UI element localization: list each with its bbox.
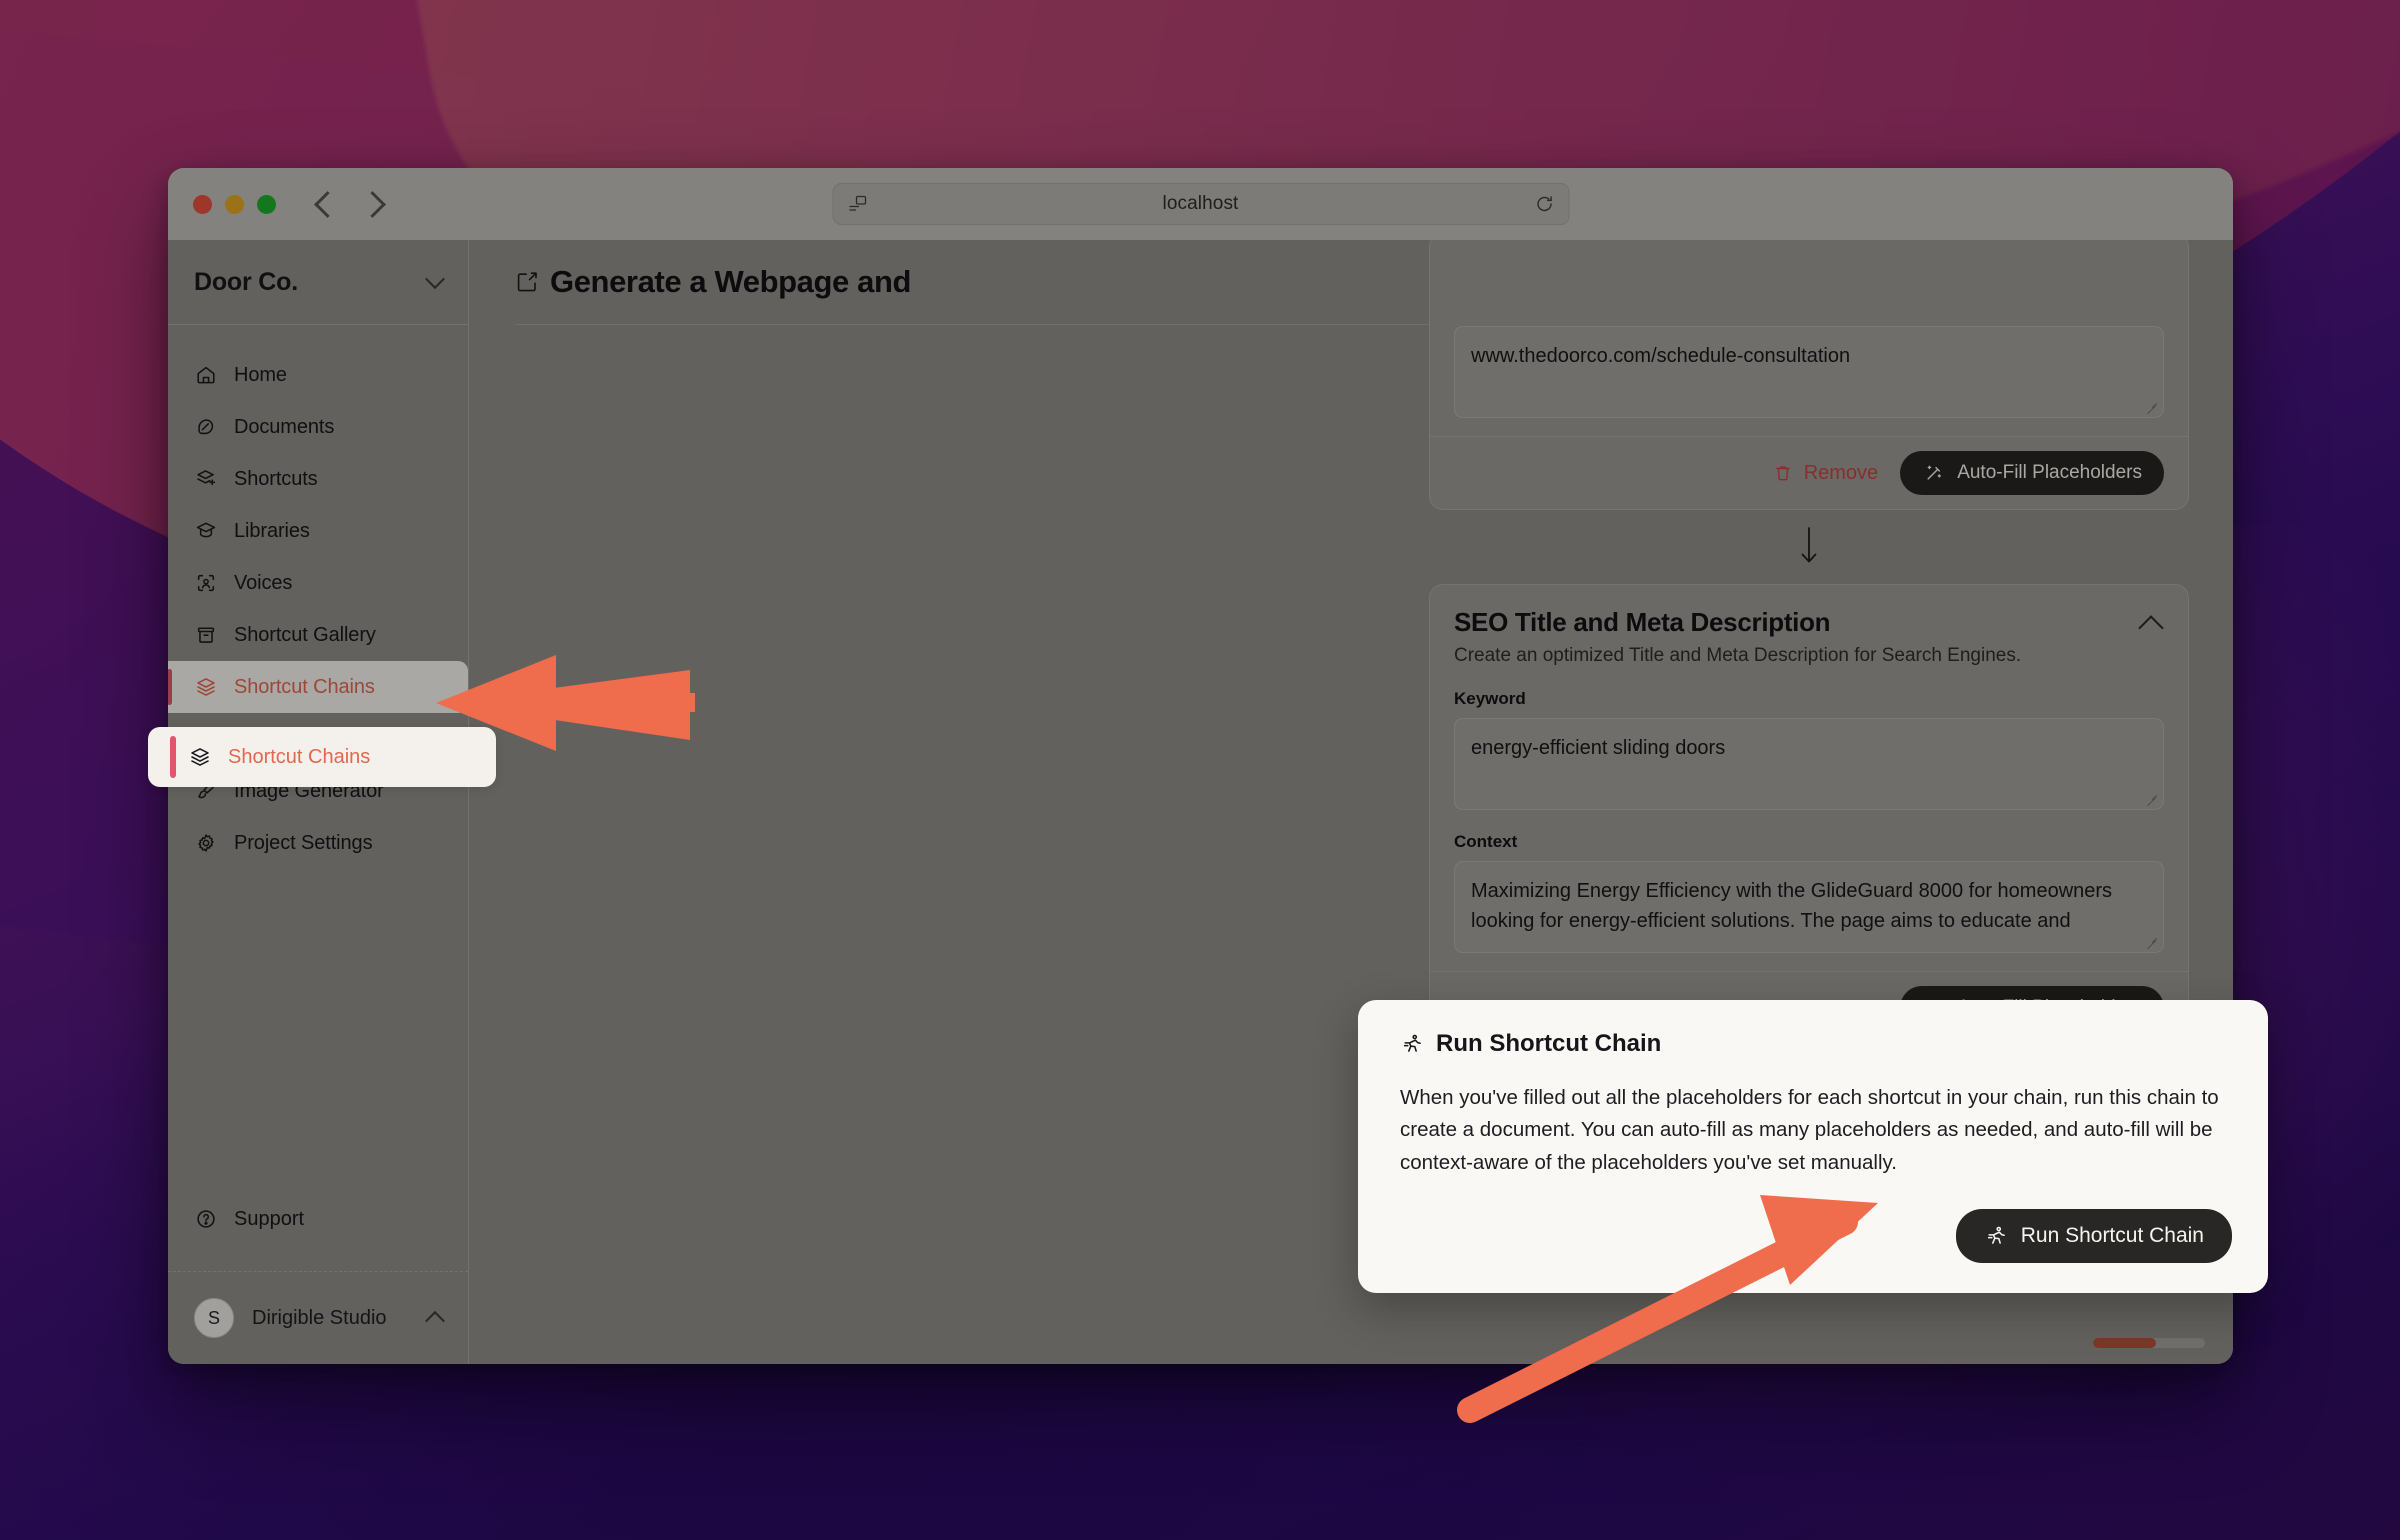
auto-fill-placeholders-button[interactable]: Auto-Fill Placeholders — [1900, 451, 2164, 495]
window-controls — [193, 194, 276, 214]
keyword-field-value: energy-efficient sliding doors — [1471, 737, 1726, 759]
sidebar-item-shortcuts[interactable]: Shortcuts — [168, 453, 468, 505]
person-frame-icon — [194, 571, 218, 595]
sidebar-nav: Home Documents Shortcuts Libraries Voice… — [168, 349, 468, 869]
seo-shortcut-card: SEO Title and Meta Description Create an… — [1429, 584, 2189, 1045]
sidebar-item-home[interactable]: Home — [168, 349, 468, 401]
workspace-switcher[interactable]: Door Co. — [168, 240, 468, 325]
keyword-field[interactable]: energy-efficient sliding doors — [1454, 718, 2164, 810]
highlighted-sidebar-item-shortcut-chains[interactable]: Shortcut Chains — [148, 727, 496, 787]
sidebar-item-label: Libraries — [234, 519, 310, 542]
remove-label: Remove — [1803, 461, 1879, 484]
app-sidebar: Door Co. Home Documents Shortcuts Librar… — [168, 240, 469, 1364]
context-field-label: Context — [1454, 832, 1518, 851]
document-pen-icon — [194, 415, 218, 439]
context-field[interactable]: Maximizing Energy Efficiency with the Gl… — [1454, 861, 2164, 953]
layers-icon — [188, 745, 212, 769]
popover-body: When you've filled out all the placehold… — [1400, 1086, 2219, 1174]
resize-grip[interactable] — [2146, 401, 2158, 413]
maximize-window-button[interactable] — [257, 194, 276, 214]
running-person-icon — [1984, 1224, 2008, 1248]
sidebar-item-label: Shortcut Chains — [234, 675, 375, 698]
popover-title-text: Run Shortcut Chain — [1436, 1030, 1662, 1057]
archive-box-icon — [194, 623, 218, 647]
chain-progress-fill — [2093, 1338, 2156, 1348]
page-title-text: Generate a Webpage and — [550, 264, 912, 299]
sidebar-item-label: Shortcut Gallery — [234, 623, 376, 646]
chevron-up-icon[interactable] — [2138, 615, 2164, 641]
page-title-clip: Generate a Webpage and — [515, 264, 911, 300]
keyword-field-label: Keyword — [1454, 689, 1526, 708]
studio-account-switcher[interactable]: S Dirigible Studio — [168, 1271, 468, 1364]
sidebar-item-label: Shortcut Chains — [228, 745, 371, 768]
home-icon — [194, 363, 218, 387]
sidebar-item-documents[interactable]: Documents — [168, 401, 468, 453]
studio-name: Dirigible Studio — [252, 1306, 387, 1329]
seo-card-subtitle: Create an optimized Title and Meta Descr… — [1454, 645, 2022, 666]
chevron-up-icon — [425, 1310, 445, 1331]
url-field-value: www.thedoorco.com/schedule-consultation — [1471, 345, 1851, 367]
browser-nav-buttons — [314, 190, 386, 218]
popover-actions: Run Shortcut Chain — [1400, 1209, 2232, 1264]
popover-title: Run Shortcut Chain — [1400, 1030, 2232, 1058]
auto-fill-label: Auto-Fill Placeholders — [1957, 462, 2142, 483]
layers-plus-icon — [194, 467, 218, 491]
url-field[interactable]: www.thedoorco.com/schedule-consultation — [1454, 326, 2164, 418]
active-indicator-bar — [170, 736, 176, 778]
chain-progress-bar[interactable] — [2093, 1338, 2205, 1348]
minimize-window-button[interactable] — [225, 194, 244, 214]
run-shortcut-chain-label: Run Shortcut Chain — [2020, 1224, 2204, 1248]
forward-button[interactable] — [359, 190, 386, 218]
sidebar-item-label: Project Settings — [234, 831, 373, 854]
context-field-value: Maximizing Energy Efficiency with the Gl… — [1471, 880, 2113, 933]
chevron-down-icon — [425, 269, 445, 290]
gear-icon — [194, 831, 218, 855]
sidebar-item-shortcut-chains[interactable]: Shortcut Chains — [168, 661, 468, 713]
sidebar-item-shortcut-gallery[interactable]: Shortcut Gallery — [168, 609, 468, 661]
magic-wand-icon — [1922, 461, 1946, 485]
sidebar-item-label: Home — [234, 363, 287, 386]
sidebar-item-label: Documents — [234, 415, 335, 438]
graduation-cap-icon — [194, 519, 218, 543]
sidebar-item-label: Voices — [234, 571, 293, 594]
close-window-button[interactable] — [193, 194, 212, 214]
run-shortcut-chain-button[interactable]: Run Shortcut Chain — [1955, 1209, 2232, 1264]
arrow-down-icon — [1798, 525, 1820, 570]
workspace-name: Door Co. — [194, 267, 298, 296]
chain-connector — [1429, 510, 2189, 584]
avatar: S — [194, 1298, 234, 1338]
sidebar-item-label: Shortcuts — [234, 467, 318, 490]
browser-titlebar: localhost — [168, 168, 2233, 240]
question-circle-icon — [194, 1207, 218, 1231]
run-shortcut-chain-popover: Run Shortcut Chain When you've filled ou… — [1358, 1000, 2268, 1294]
shortcut-card-actions: Remove Auto-Fill Placeholders — [1430, 436, 2188, 509]
address-bar-text: localhost — [1162, 193, 1239, 214]
remove-button[interactable]: Remove — [1771, 461, 1878, 485]
seo-card-title: SEO Title and Meta Description — [1454, 607, 1831, 637]
shortcut-card: www.thedoorco.com/schedule-consultation … — [1429, 240, 2189, 510]
sidebar-item-support[interactable]: Support — [168, 1193, 468, 1245]
address-bar[interactable]: localhost — [832, 183, 1569, 225]
layers-icon — [194, 675, 218, 699]
edit-square-icon — [515, 270, 539, 294]
trash-icon — [1771, 461, 1795, 485]
support-label: Support — [234, 1207, 305, 1230]
back-button[interactable] — [314, 190, 341, 218]
chain-column: www.thedoorco.com/schedule-consultation … — [1429, 240, 2189, 1045]
sidebar-item-voices[interactable]: Voices — [168, 557, 468, 609]
page-title: Generate a Webpage and — [515, 264, 911, 300]
sidebar-icon[interactable] — [847, 194, 867, 214]
resize-grip[interactable] — [2146, 793, 2158, 805]
active-indicator-bar — [168, 669, 172, 705]
reload-icon[interactable] — [1534, 194, 1554, 214]
running-person-icon — [1400, 1032, 1424, 1056]
sidebar-item-libraries[interactable]: Libraries — [168, 505, 468, 557]
sidebar-item-project-settings[interactable]: Project Settings — [168, 817, 468, 869]
resize-grip[interactable] — [2146, 936, 2158, 948]
